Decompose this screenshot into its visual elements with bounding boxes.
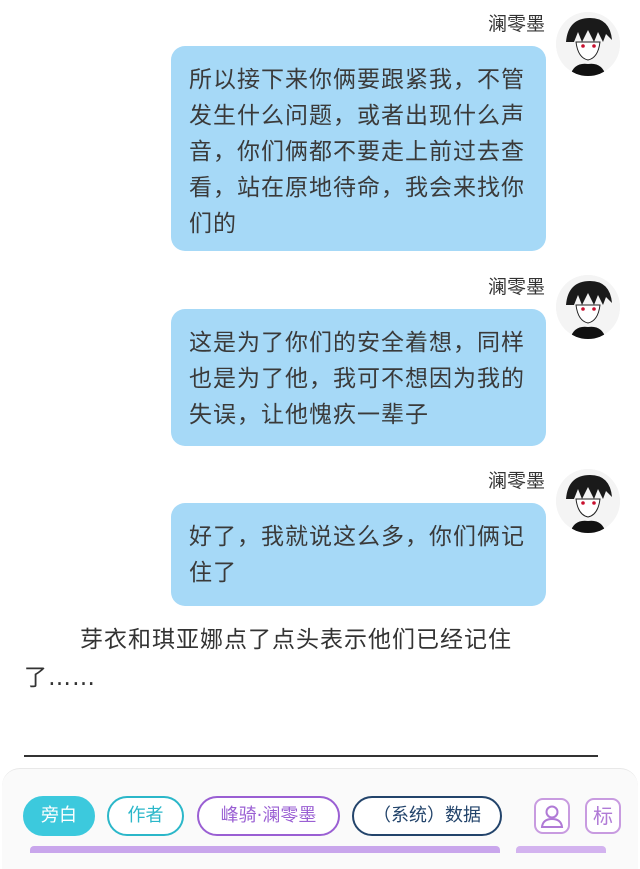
author-chip[interactable]: 作者 <box>107 796 184 836</box>
system-data-chip[interactable]: （系统）数据 <box>352 796 502 836</box>
avatar[interactable] <box>556 12 620 76</box>
message-bubble: 所以接下来你俩要跟紧我，不管发生什么问题，或者出现什么声音，你们俩都不要走上前过… <box>171 46 546 251</box>
sender-name: 澜零墨 <box>487 13 545 35</box>
character-chip[interactable]: 峰骑·澜零墨 <box>197 796 340 836</box>
sender-name: 澜零墨 <box>487 276 545 298</box>
sender-name: 澜零墨 <box>487 470 545 492</box>
tag-button[interactable]: 标 <box>585 798 621 834</box>
avatar[interactable] <box>556 469 620 533</box>
message-bubble: 好了，我就说这么多，你们俩记住了 <box>171 503 546 606</box>
input-strip-left <box>30 846 500 853</box>
message-bubble: 这是为了你们的安全着想，同样也是为了他，我可不想因为我的失误，让他愧疚一辈子 <box>171 309 546 446</box>
narration-text: 芽衣和琪亚娜点了点头表示他们已经记住了…… <box>24 627 512 691</box>
narrator-chip[interactable]: 旁白 <box>23 796 95 836</box>
person-icon[interactable] <box>534 798 570 834</box>
avatar[interactable] <box>556 275 620 339</box>
input-strip-right <box>516 846 606 853</box>
divider <box>24 755 598 757</box>
